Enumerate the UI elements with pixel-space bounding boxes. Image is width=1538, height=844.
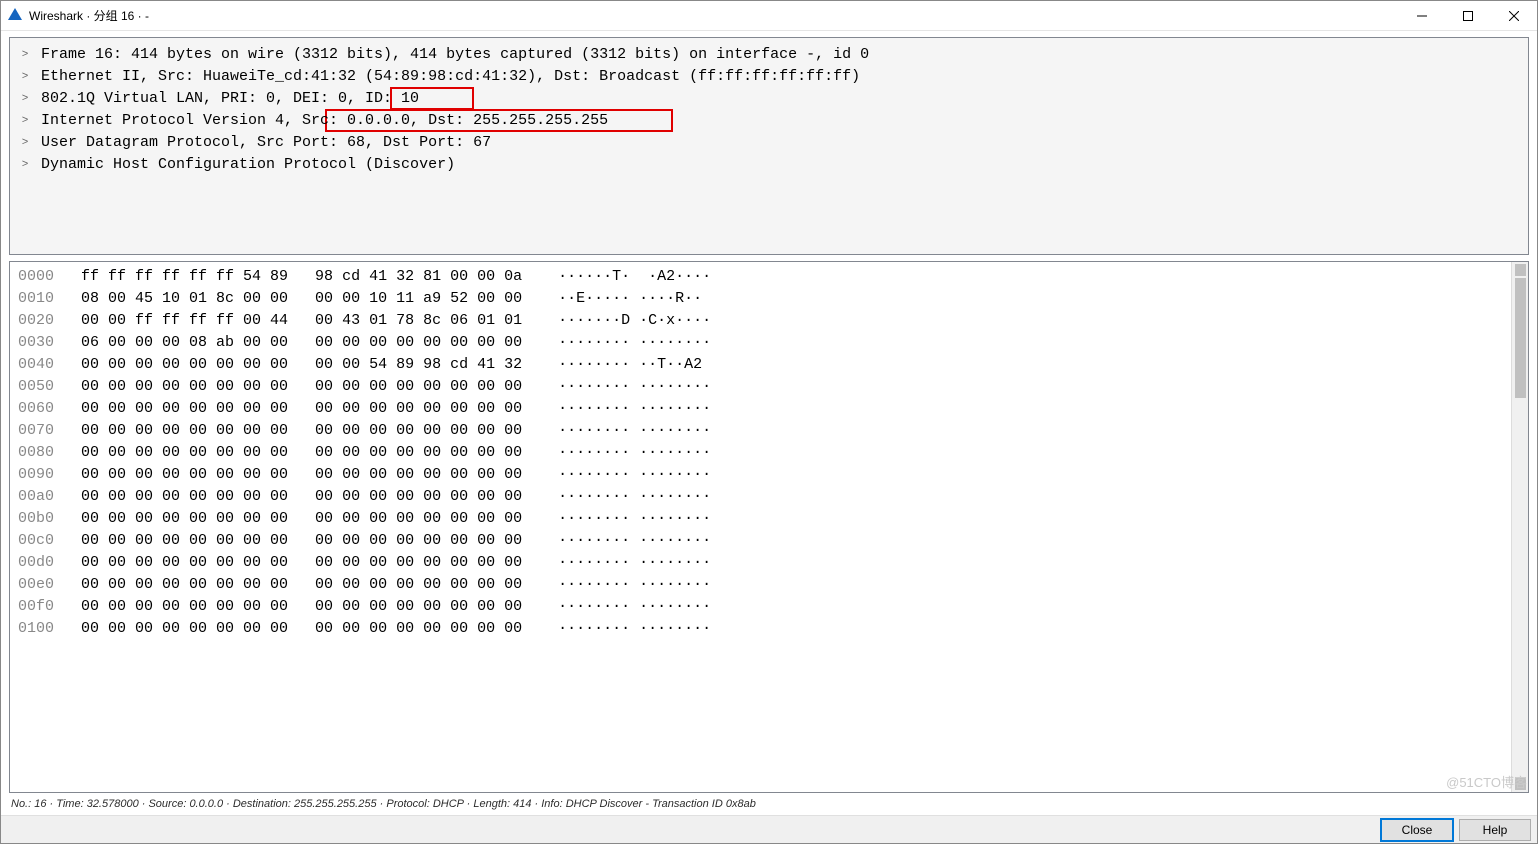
hex-line[interactable]: 00a0 00 00 00 00 00 00 00 00 00 00 00 00… xyxy=(18,486,1502,508)
hex-bytes: 00 00 ff ff ff ff 00 44 00 43 01 78 8c 0… xyxy=(54,312,711,329)
hex-bytes: 00 00 00 00 00 00 00 00 00 00 00 00 00 0… xyxy=(54,378,711,395)
hex-offset: 0030 xyxy=(18,334,54,351)
hex-line[interactable]: 0000 ff ff ff ff ff ff 54 89 98 cd 41 32… xyxy=(18,266,1502,288)
tree-row[interactable]: > Ethernet II, Src: HuaweiTe_cd:41:32 (5… xyxy=(10,66,1528,88)
hex-offset: 0000 xyxy=(18,268,54,285)
hex-bytes: 00 00 00 00 00 00 00 00 00 00 00 00 00 0… xyxy=(54,576,711,593)
footer: No.: 16 · Time: 32.578000 · Source: 0.0.… xyxy=(1,793,1537,843)
window-controls xyxy=(1399,1,1537,31)
expand-icon[interactable]: > xyxy=(18,66,32,88)
content-area: > Frame 16: 414 bytes on wire (3312 bits… xyxy=(1,31,1537,793)
tree-row[interactable]: > User Datagram Protocol, Src Port: 68, … xyxy=(10,132,1528,154)
tree-row[interactable]: > Internet Protocol Version 4, Src: 0.0.… xyxy=(10,110,1528,132)
hex-bytes: 00 00 00 00 00 00 00 00 00 00 00 00 00 0… xyxy=(54,532,711,549)
scrollbar-vertical[interactable] xyxy=(1511,262,1528,792)
hex-line[interactable]: 00c0 00 00 00 00 00 00 00 00 00 00 00 00… xyxy=(18,530,1502,552)
tree-row[interactable]: > Frame 16: 414 bytes on wire (3312 bits… xyxy=(10,44,1528,66)
hex-line[interactable]: 0030 06 00 00 00 08 ab 00 00 00 00 00 00… xyxy=(18,332,1502,354)
hex-bytes: 00 00 00 00 00 00 00 00 00 00 00 00 00 0… xyxy=(54,598,711,615)
hex-offset: 0020 xyxy=(18,312,54,329)
hex-bytes: 00 00 00 00 00 00 00 00 00 00 00 00 00 0… xyxy=(54,554,711,571)
expand-icon[interactable]: > xyxy=(18,110,32,132)
hex-offset: 00f0 xyxy=(18,598,54,615)
tree-row-text: Dynamic Host Configuration Protocol (Dis… xyxy=(32,156,455,173)
help-button[interactable]: Help xyxy=(1459,819,1531,841)
tree-row-text: Ethernet II, Src: HuaweiTe_cd:41:32 (54:… xyxy=(32,68,860,85)
hex-offset: 0090 xyxy=(18,466,54,483)
button-bar: Close Help xyxy=(1,815,1537,843)
hex-bytes: 00 00 00 00 00 00 00 00 00 00 00 00 00 0… xyxy=(54,466,711,483)
hex-line[interactable]: 0060 00 00 00 00 00 00 00 00 00 00 00 00… xyxy=(18,398,1502,420)
hex-bytes: ff ff ff ff ff ff 54 89 98 cd 41 32 81 0… xyxy=(54,268,711,285)
app-window: Wireshark · 分组 16 · - > Frame 16: 414 by… xyxy=(0,0,1538,844)
hex-line[interactable]: 0080 00 00 00 00 00 00 00 00 00 00 00 00… xyxy=(18,442,1502,464)
hex-line[interactable]: 0090 00 00 00 00 00 00 00 00 00 00 00 00… xyxy=(18,464,1502,486)
wireshark-icon xyxy=(7,6,23,25)
window-title: Wireshark · 分组 16 · - xyxy=(29,7,149,24)
hex-line[interactable]: 0020 00 00 ff ff ff ff 00 44 00 43 01 78… xyxy=(18,310,1502,332)
hex-bytes: 06 00 00 00 08 ab 00 00 00 00 00 00 00 0… xyxy=(54,334,711,351)
hex-line[interactable]: 00d0 00 00 00 00 00 00 00 00 00 00 00 00… xyxy=(18,552,1502,574)
titlebar: Wireshark · 分组 16 · - xyxy=(1,1,1537,31)
hex-bytes: 00 00 00 00 00 00 00 00 00 00 00 00 00 0… xyxy=(54,422,711,439)
tree-row[interactable]: > Dynamic Host Configuration Protocol (D… xyxy=(10,154,1528,176)
hex-line[interactable]: 00e0 00 00 00 00 00 00 00 00 00 00 00 00… xyxy=(18,574,1502,596)
hex-offset: 00a0 xyxy=(18,488,54,505)
tree-row-text: 802.1Q Virtual LAN, PRI: 0, DEI: 0, ID: … xyxy=(32,90,419,107)
hex-line[interactable]: 00b0 00 00 00 00 00 00 00 00 00 00 00 00… xyxy=(18,508,1502,530)
expand-icon[interactable]: > xyxy=(18,44,32,66)
tree-row-text: Frame 16: 414 bytes on wire (3312 bits),… xyxy=(32,46,869,63)
hex-offset: 00c0 xyxy=(18,532,54,549)
hex-offset: 0080 xyxy=(18,444,54,461)
packet-details-pane[interactable]: > Frame 16: 414 bytes on wire (3312 bits… xyxy=(9,37,1529,255)
hex-offset: 0100 xyxy=(18,620,54,637)
tree-row-text: Internet Protocol Version 4, Src: 0.0.0.… xyxy=(32,112,608,129)
minimize-button[interactable] xyxy=(1399,1,1445,31)
hex-offset: 0070 xyxy=(18,422,54,439)
hex-line[interactable]: 0100 00 00 00 00 00 00 00 00 00 00 00 00… xyxy=(18,618,1502,640)
tree-row-text: User Datagram Protocol, Src Port: 68, Ds… xyxy=(32,134,491,151)
hex-offset: 0040 xyxy=(18,356,54,373)
hex-bytes: 00 00 00 00 00 00 00 00 00 00 00 00 00 0… xyxy=(54,400,711,417)
hex-line[interactable]: 00f0 00 00 00 00 00 00 00 00 00 00 00 00… xyxy=(18,596,1502,618)
hex-bytes: 00 00 00 00 00 00 00 00 00 00 00 00 00 0… xyxy=(54,444,711,461)
hex-bytes: 00 00 00 00 00 00 00 00 00 00 00 00 00 0… xyxy=(54,510,711,527)
scrollbar-thumb[interactable] xyxy=(1515,278,1526,398)
hex-line[interactable]: 0040 00 00 00 00 00 00 00 00 00 00 54 89… xyxy=(18,354,1502,376)
hex-line[interactable]: 0070 00 00 00 00 00 00 00 00 00 00 00 00… xyxy=(18,420,1502,442)
hex-bytes: 00 00 00 00 00 00 00 00 00 00 54 89 98 c… xyxy=(54,356,702,373)
close-button[interactable]: Close xyxy=(1381,819,1453,841)
hex-offset: 0010 xyxy=(18,290,54,307)
expand-icon[interactable]: > xyxy=(18,88,32,110)
expand-icon[interactable]: > xyxy=(18,154,32,176)
status-text: No.: 16 · Time: 32.578000 · Source: 0.0.… xyxy=(11,798,756,810)
hex-offset: 00d0 xyxy=(18,554,54,571)
hex-offset: 00e0 xyxy=(18,576,54,593)
hex-line[interactable]: 0050 00 00 00 00 00 00 00 00 00 00 00 00… xyxy=(18,376,1502,398)
close-window-button[interactable] xyxy=(1491,1,1537,31)
hex-dump: 0000 ff ff ff ff ff ff 54 89 98 cd 41 32… xyxy=(10,262,1510,792)
hex-bytes: 00 00 00 00 00 00 00 00 00 00 00 00 00 0… xyxy=(54,488,711,505)
hex-bytes: 08 00 45 10 01 8c 00 00 00 00 10 11 a9 5… xyxy=(54,290,702,307)
maximize-button[interactable] xyxy=(1445,1,1491,31)
expand-icon[interactable]: > xyxy=(18,132,32,154)
hex-offset: 0060 xyxy=(18,400,54,417)
tree-row[interactable]: > 802.1Q Virtual LAN, PRI: 0, DEI: 0, ID… xyxy=(10,88,1528,110)
hex-line[interactable]: 0010 08 00 45 10 01 8c 00 00 00 00 10 11… xyxy=(18,288,1502,310)
hex-offset: 00b0 xyxy=(18,510,54,527)
packet-bytes-pane[interactable]: 0000 ff ff ff ff ff ff 54 89 98 cd 41 32… xyxy=(9,261,1529,793)
hex-bytes: 00 00 00 00 00 00 00 00 00 00 00 00 00 0… xyxy=(54,620,711,637)
status-bar: No.: 16 · Time: 32.578000 · Source: 0.0.… xyxy=(1,793,1537,815)
hex-offset: 0050 xyxy=(18,378,54,395)
